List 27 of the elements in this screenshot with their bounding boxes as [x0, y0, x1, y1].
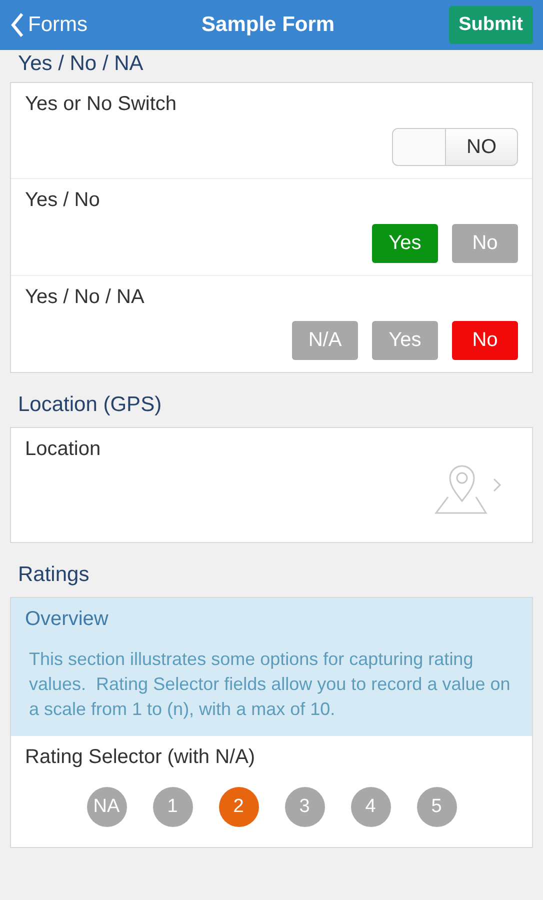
rating-option[interactable]: NA [86, 787, 126, 827]
submit-button[interactable]: Submit [448, 6, 533, 44]
back-icon [10, 12, 24, 38]
overview-text: This section illustrates some options for capturing rating values. Rating Selector fields allow you to record a value on a scale from 1 to (n), with a max of 10. [29, 648, 512, 721]
choice-button[interactable]: No [452, 224, 518, 263]
section-title: Yes / No / NA [17, 51, 144, 77]
choice-button[interactable]: N/A [292, 321, 358, 360]
map-pin-icon[interactable] [434, 465, 504, 515]
rating-option[interactable]: 4 [350, 787, 390, 827]
back-link[interactable]: Forms [10, 12, 88, 38]
choice-button[interactable]: No [452, 321, 518, 360]
choice-button[interactable]: Yes [372, 224, 438, 263]
rating-option[interactable]: 5 [416, 787, 456, 827]
field-label: Yes or No Switch [25, 93, 178, 116]
yes-no-switch[interactable]: NO [392, 128, 518, 166]
screen-title: Sample Form [202, 13, 335, 37]
choice-button[interactable]: Yes [372, 321, 438, 360]
section-title: Ratings [17, 562, 90, 588]
field-label: Yes / No [25, 189, 101, 212]
section-title: Location (GPS) [17, 392, 163, 418]
overview-title: Overview [25, 608, 110, 631]
rating-option[interactable]: 3 [284, 787, 324, 827]
field-label: Location [25, 438, 102, 461]
rating-option[interactable]: 1 [152, 787, 192, 827]
rating-option[interactable]: 2 [218, 787, 258, 827]
field-label: Rating Selector (with N/A) [25, 746, 256, 769]
field-label: Yes / No / NA [25, 286, 146, 309]
